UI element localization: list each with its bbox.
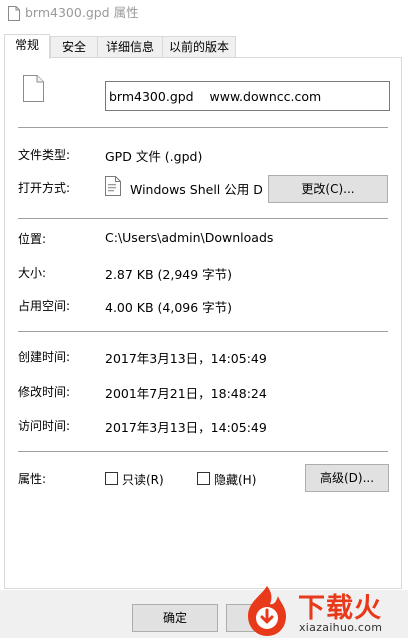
ok-button[interactable]: 确定: [132, 604, 218, 632]
accessed-value: 2017年3月13日，14:05:49: [105, 420, 267, 435]
created-value: 2017年3月13日，14:05:49: [105, 351, 267, 366]
file-type-label: 文件类型:: [18, 148, 71, 162]
tab-security[interactable]: 安全: [50, 36, 98, 58]
modified-value: 2001年7月21日，18:48:24: [105, 386, 267, 401]
readonly-label: 只读(R): [122, 473, 164, 487]
hidden-checkbox-box[interactable]: [197, 472, 210, 485]
attributes-label: 属性:: [18, 472, 47, 486]
window-title: brm4300.gpd 属性: [25, 5, 139, 20]
tab-details[interactable]: 详细信息: [97, 36, 163, 58]
location-value: C:\Users\admin\Downloads: [105, 230, 274, 245]
hidden-label: 隐藏(H): [214, 473, 257, 487]
opens-with-label: 打开方式:: [18, 181, 71, 195]
general-panel: [4, 57, 402, 589]
readonly-checkbox[interactable]: 只读(R): [105, 471, 175, 487]
opens-with-value: Windows Shell 公用 DLL: [130, 182, 262, 197]
readonly-checkbox-box[interactable]: [105, 472, 118, 485]
watermark: 下载火 xiazaihuo.com: [237, 584, 408, 638]
file-name-input[interactable]: [105, 81, 390, 111]
document-icon: [8, 6, 20, 21]
advanced-button[interactable]: 高级(D)...: [305, 464, 389, 492]
flame-logo-icon: [248, 586, 286, 636]
location-label: 位置:: [18, 232, 47, 246]
separator: [18, 127, 388, 128]
hidden-checkbox[interactable]: 隐藏(H): [197, 471, 267, 487]
tab-general[interactable]: 常规: [4, 34, 50, 59]
separator: [18, 331, 388, 332]
accessed-label: 访问时间:: [18, 419, 71, 433]
dll-file-icon: [105, 176, 121, 196]
size-on-disk-label: 占用空间:: [18, 299, 71, 313]
size-value: 2.87 KB (2,949 字节): [105, 267, 233, 282]
file-icon: [23, 75, 44, 102]
watermark-url: xiazaihuo.com: [299, 621, 383, 634]
created-label: 创建时间:: [18, 350, 71, 364]
size-label: 大小:: [18, 266, 47, 280]
tab-previous-versions[interactable]: 以前的版本: [162, 36, 236, 58]
file-type-value: GPD 文件 (.gpd): [105, 149, 203, 164]
size-on-disk-value: 4.00 KB (4,096 字节): [105, 300, 233, 315]
separator: [18, 451, 388, 452]
title-bar[interactable]: brm4300.gpd 属性: [0, 0, 408, 30]
change-button[interactable]: 更改(C)...: [268, 175, 388, 203]
watermark-brand: 下载火: [298, 593, 382, 624]
separator: [18, 218, 388, 219]
modified-label: 修改时间:: [18, 385, 71, 399]
